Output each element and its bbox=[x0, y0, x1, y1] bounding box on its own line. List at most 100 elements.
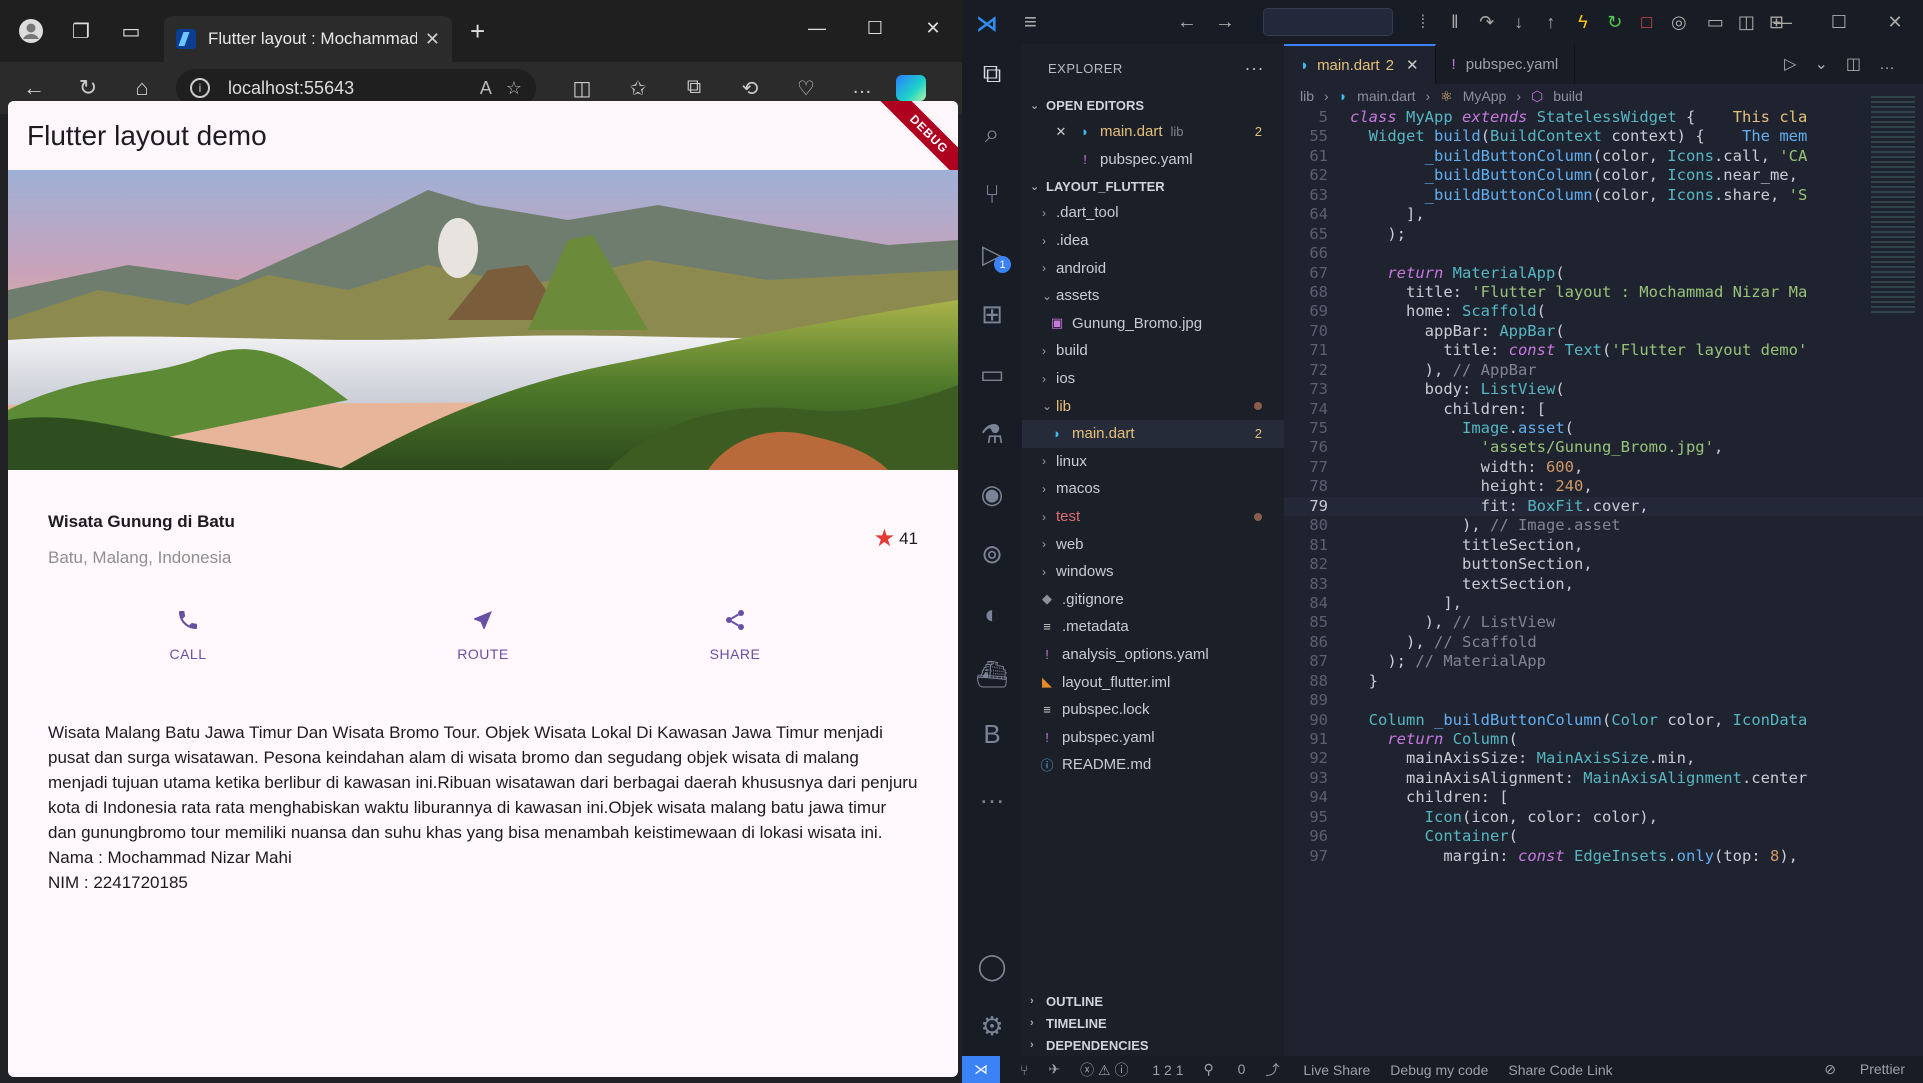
live-share-indicator[interactable]: ⤴ Live Share bbox=[1265, 1060, 1370, 1080]
debug-my-code[interactable]: Debug my code bbox=[1390, 1062, 1488, 1078]
drag-handle-icon[interactable]: ⁞ bbox=[1407, 12, 1439, 33]
code-line[interactable]: 65 ); bbox=[1284, 225, 1923, 244]
browser-essentials-icon[interactable]: ♡ bbox=[778, 76, 834, 101]
hamburger-menu-icon[interactable]: ≡ bbox=[1024, 9, 1037, 35]
code-line[interactable]: 79 fit: BoxFit.cover, bbox=[1284, 496, 1923, 517]
split-screen-icon[interactable]: ◫ bbox=[554, 76, 610, 101]
code-line[interactable]: 69 home: Scaffold( bbox=[1284, 302, 1923, 321]
code-line[interactable]: 88 } bbox=[1284, 672, 1923, 691]
code-line[interactable]: 74 children: [ bbox=[1284, 400, 1923, 419]
code-line[interactable]: 94 children: [ bbox=[1284, 788, 1923, 807]
manage-gear-icon[interactable]: ⚙ bbox=[962, 996, 1022, 1056]
remote-indicator-icon[interactable]: ⋊ bbox=[962, 1056, 1000, 1083]
problems-indicator[interactable]: ⓧ ⚠ ⓘ 1 2 1 bbox=[1080, 1060, 1183, 1080]
code-line[interactable]: 66 bbox=[1284, 244, 1923, 263]
tree-item[interactable]: › windows bbox=[1022, 558, 1284, 586]
code-line[interactable]: 91 return Column( bbox=[1284, 730, 1923, 749]
favorite-star-icon[interactable]: ☆ bbox=[506, 78, 522, 99]
code-line[interactable]: 5 class MyApp extends StatelessWidget { T… bbox=[1284, 108, 1923, 127]
tree-item[interactable]: ⌄ lib bbox=[1022, 392, 1284, 420]
maximize-icon[interactable]: ☐ bbox=[846, 0, 904, 56]
stop-icon[interactable]: □ bbox=[1631, 12, 1663, 33]
close-window-icon[interactable]: ✕ bbox=[904, 0, 962, 56]
tree-item-selected[interactable]: ◗ main.dart 2 bbox=[1022, 419, 1284, 448]
accounts-icon[interactable]: ◯ bbox=[962, 936, 1022, 996]
code-line[interactable]: 61 _buildButtonColumn(color, Icons.call,… bbox=[1284, 147, 1923, 166]
tree-item[interactable]: › .dart_tool bbox=[1022, 199, 1284, 227]
source-control-icon[interactable]: ⑂ bbox=[962, 164, 1022, 224]
code-line[interactable]: 83 textSection, bbox=[1284, 575, 1923, 594]
code-line[interactable]: 95 Icon(icon, color: color), bbox=[1284, 808, 1923, 827]
command-center-search[interactable] bbox=[1262, 8, 1393, 36]
tree-item[interactable]: ◣ layout_flutter.iml bbox=[1022, 668, 1284, 696]
git-graph-icon[interactable]: ◉ bbox=[962, 464, 1022, 524]
tree-item[interactable]: ⌄ assets bbox=[1022, 282, 1284, 310]
tree-item[interactable]: › macos bbox=[1022, 475, 1284, 503]
code-line[interactable]: 87 ); // MaterialApp bbox=[1284, 652, 1923, 671]
code-line[interactable]: 81 titleSection, bbox=[1284, 536, 1923, 555]
code-area[interactable]: 5 class MyApp extends StatelessWidget { T… bbox=[1284, 108, 1923, 1056]
pause-icon[interactable]: ‖ bbox=[1439, 12, 1471, 33]
ports-indicator[interactable]: ⚲ 0 bbox=[1204, 1061, 1246, 1078]
step-into-icon[interactable]: ↓ bbox=[1503, 12, 1535, 33]
history-icon[interactable]: ⟲ bbox=[722, 76, 778, 101]
editor-tab-pubspec[interactable]: ! pubspec.yaml bbox=[1436, 44, 1576, 84]
search-icon[interactable]: ⌕ bbox=[962, 104, 1022, 164]
testing-icon[interactable]: ⚗ bbox=[962, 404, 1022, 464]
step-over-icon[interactable]: ↷ bbox=[1471, 12, 1503, 33]
route-button[interactable]: ROUTE bbox=[423, 602, 543, 662]
browser-tab-active[interactable]: Flutter layout : Mochammad Nizar Mahi ✕ bbox=[164, 16, 452, 62]
code-line[interactable]: 76 'assets/Gunung_Bromo.jpg', bbox=[1284, 438, 1923, 457]
gitlens-icon[interactable]: ⊚ bbox=[962, 524, 1022, 584]
minimap[interactable] bbox=[1871, 96, 1915, 316]
breadcrumb-item[interactable]: build bbox=[1553, 88, 1583, 104]
b-extension-icon[interactable]: B bbox=[962, 704, 1022, 764]
history-nav-icons[interactable]: ←→ bbox=[1177, 11, 1253, 34]
tree-item[interactable]: › .idea bbox=[1022, 227, 1284, 255]
more-menu-icon[interactable]: … bbox=[834, 76, 890, 101]
code-line[interactable]: 77 width: 600, bbox=[1284, 458, 1923, 477]
tree-item[interactable]: ≡ pubspec.lock bbox=[1022, 696, 1284, 724]
share-code-link[interactable]: Share Code Link bbox=[1508, 1062, 1612, 1078]
share-button[interactable]: SHARE bbox=[675, 602, 795, 662]
profile-avatar-icon[interactable] bbox=[12, 12, 50, 50]
remote-explorer-icon[interactable]: ▭ bbox=[962, 344, 1022, 404]
code-line[interactable]: 93 mainAxisAlignment: MainAxisAlignment.… bbox=[1284, 769, 1923, 788]
code-line[interactable]: 80 ), // Image.asset bbox=[1284, 516, 1923, 535]
collections-icon[interactable]: ⧉ bbox=[666, 76, 722, 101]
prettier-indicator[interactable]: ⊘ Prettier bbox=[1824, 1061, 1905, 1078]
code-line[interactable]: 63 _buildButtonColumn(color, Icons.share… bbox=[1284, 186, 1923, 205]
vscode-maximize-icon[interactable]: ☐ bbox=[1811, 0, 1867, 44]
code-line[interactable]: 73 body: ListView( bbox=[1284, 380, 1923, 399]
read-aloud-icon[interactable]: A bbox=[480, 78, 492, 99]
vscode-close-icon[interactable]: ✕ bbox=[1867, 0, 1923, 44]
step-out-icon[interactable]: ↑ bbox=[1535, 12, 1567, 33]
timeline-header[interactable]: › TIMELINE bbox=[1022, 1012, 1284, 1034]
open-editor-pubspec[interactable]: ! pubspec.yaml bbox=[1022, 146, 1284, 174]
code-line[interactable]: 71 title: const Text('Flutter layout dem… bbox=[1284, 341, 1923, 360]
copilot-icon[interactable] bbox=[896, 75, 926, 101]
breadcrumb-item[interactable]: MyApp bbox=[1463, 88, 1507, 104]
close-editor-icon[interactable]: ✕ bbox=[1052, 124, 1070, 140]
code-line[interactable]: 78 height: 240, bbox=[1284, 477, 1923, 496]
vertical-tabs-icon[interactable]: ▭ bbox=[112, 12, 150, 50]
edge-devtools-icon[interactable]: ◐ bbox=[962, 584, 1022, 644]
extensions-icon[interactable]: ⊞ bbox=[962, 284, 1022, 344]
tree-item[interactable]: ≡ .metadata bbox=[1022, 613, 1284, 641]
tree-item[interactable]: › android bbox=[1022, 254, 1284, 282]
outline-header[interactable]: › OUTLINE bbox=[1022, 990, 1284, 1012]
code-line[interactable]: 89 bbox=[1284, 691, 1923, 710]
code-line[interactable]: 90 Column _buildButtonColumn(Color color… bbox=[1284, 711, 1923, 730]
run-debug-icon[interactable]: ▷ 1 bbox=[962, 224, 1022, 284]
more-views-icon[interactable]: … bbox=[962, 764, 1022, 824]
vscode-minimize-icon[interactable]: — bbox=[1755, 0, 1811, 44]
tree-item[interactable]: › web bbox=[1022, 530, 1284, 558]
favorites-icon[interactable]: ✩ bbox=[610, 76, 666, 101]
code-line[interactable]: 70 appBar: AppBar( bbox=[1284, 322, 1923, 341]
rocket-icon[interactable]: ✈ bbox=[1048, 1061, 1060, 1078]
workspaces-icon[interactable]: ❐ bbox=[62, 12, 100, 50]
tree-item[interactable]: ◆ .gitignore bbox=[1022, 586, 1284, 614]
code-line[interactable]: 85 ), // ListView bbox=[1284, 613, 1923, 632]
code-line[interactable]: 68 title: 'Flutter layout : Mochammad Ni… bbox=[1284, 283, 1923, 302]
docker-icon[interactable]: ⛴ bbox=[962, 644, 1022, 704]
